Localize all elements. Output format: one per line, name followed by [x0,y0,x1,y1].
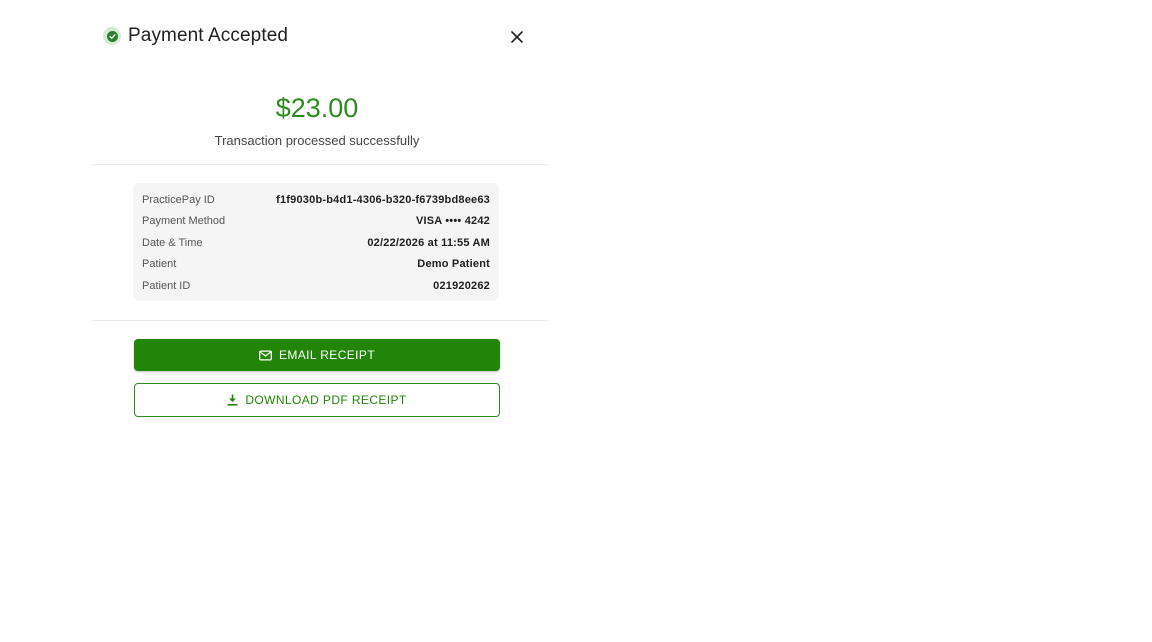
download-icon [227,394,238,406]
close-icon [511,31,523,43]
detail-row-patient: Patient Demo Patient [142,254,490,276]
dialog-header: Payment Accepted [92,18,548,54]
detail-row-practicepay-id: PracticePay ID f1f9030b-b4d1-4306-b320-f… [142,189,490,211]
detail-row-date-time: Date & Time 02/22/2026 at 11:55 AM [142,232,490,254]
detail-label: Date & Time [142,236,203,249]
email-receipt-button[interactable]: EMAIL RECEIPT [134,339,500,371]
detail-label: Payment Method [142,215,226,228]
detail-row-patient-id: Patient ID 021920262 [142,275,490,297]
divider [92,164,548,165]
detail-label: Patient ID [142,279,191,292]
detail-value: VISA •••• 4242 [415,215,490,228]
download-pdf-receipt-button[interactable]: DOWNLOAD PDF RECEIPT [134,383,500,417]
transaction-details-panel: PracticePay ID f1f9030b-b4d1-4306-b320-f… [133,183,499,301]
dialog-title: Payment Accepted [128,25,289,46]
mail-icon [259,349,272,361]
transaction-status-message: Transaction processed successfully [214,133,420,148]
detail-value: 021920262 [433,279,490,292]
divider [92,320,548,321]
detail-label: PracticePay ID [142,193,215,206]
email-receipt-label: EMAIL RECEIPT [278,348,376,362]
detail-value: 02/22/2026 at 11:55 AM [367,236,490,249]
detail-label: Patient [142,258,177,271]
close-button[interactable] [504,24,530,50]
detail-value: f1f9030b-b4d1-4306-b320-f6739bd8ee63 [276,193,490,206]
payment-accepted-dialog: Payment Accepted $23.00 Transaction proc… [92,0,548,642]
detail-row-payment-method: Payment Method VISA •••• 4242 [142,211,490,233]
detail-value: Demo Patient [417,258,490,271]
check-circle-icon [103,27,121,45]
download-pdf-receipt-label: DOWNLOAD PDF RECEIPT [245,393,407,407]
payment-amount: $23.00 [275,93,359,123]
